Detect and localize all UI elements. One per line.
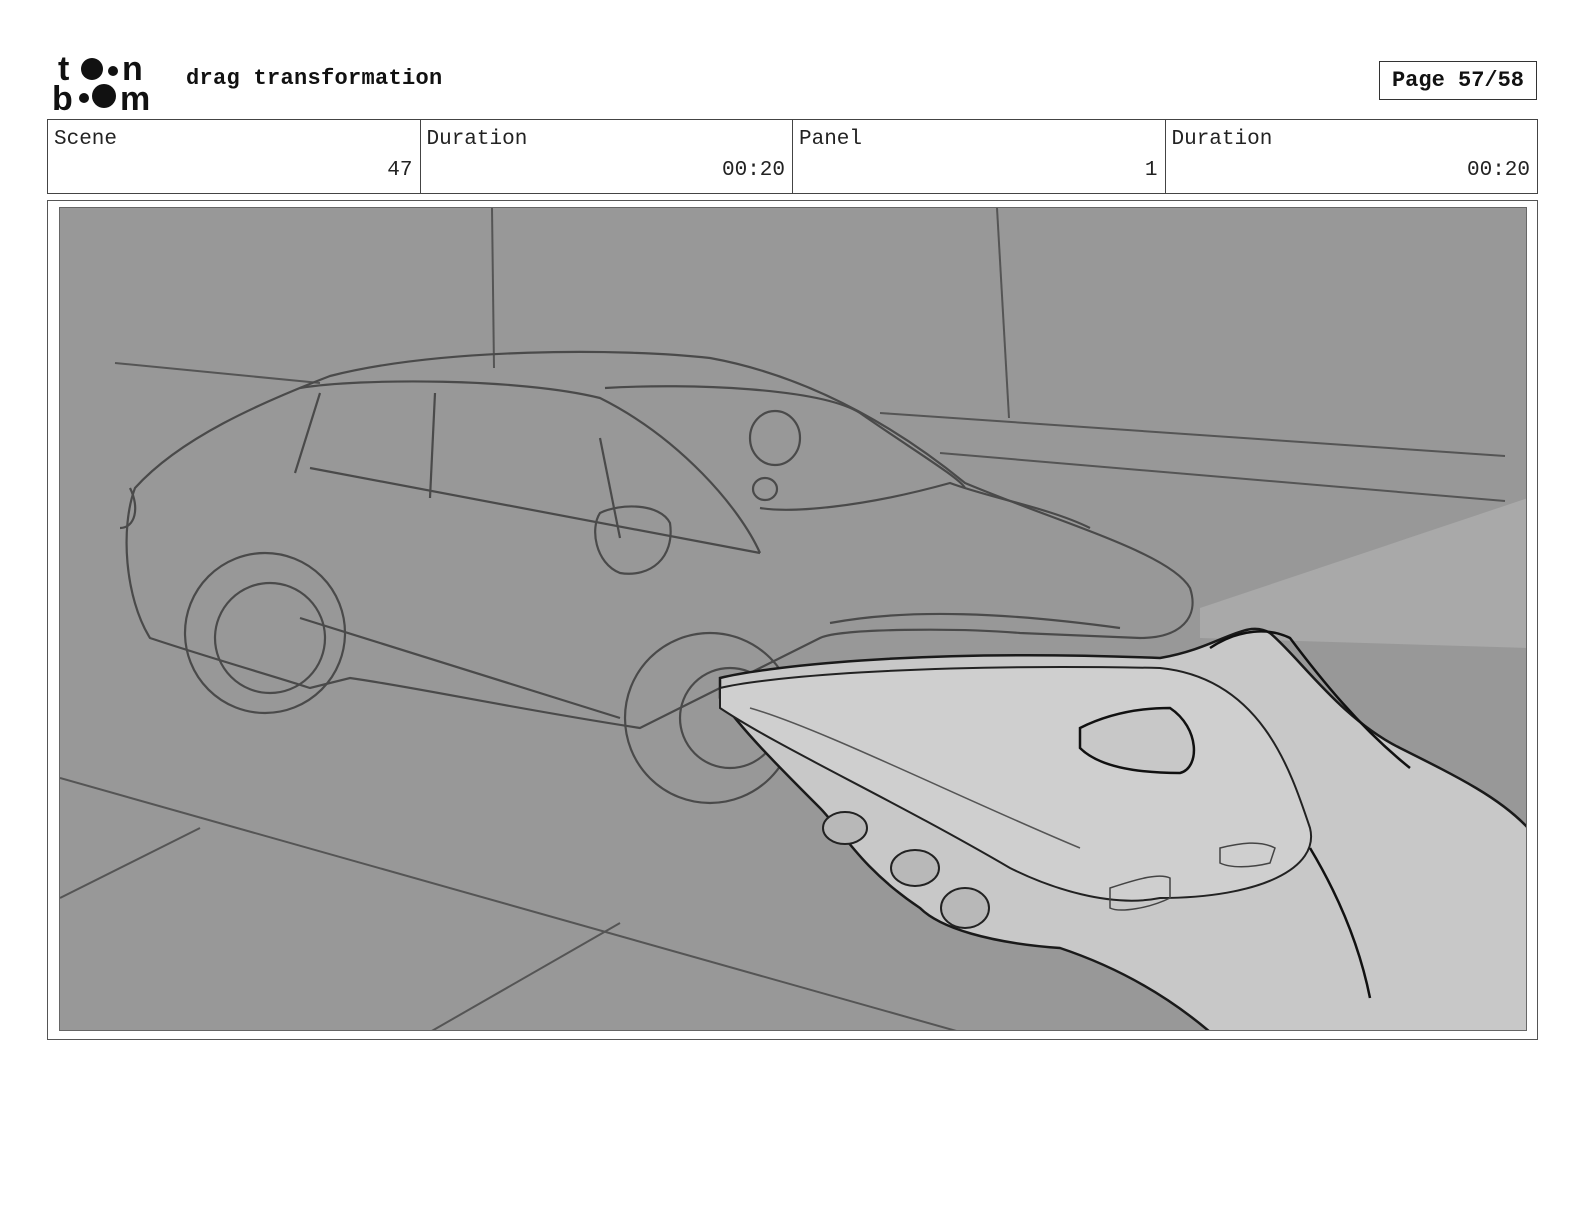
panel-duration-cell: Duration 00:20: [1166, 120, 1538, 193]
panel-duration-label: Duration: [1171, 128, 1273, 151]
panel-duration-value: 00:20: [1466, 159, 1530, 182]
svg-text:m: m: [120, 80, 150, 112]
svg-text:b: b: [52, 80, 73, 112]
scene-duration-label: Duration: [426, 128, 528, 151]
project-title: drag transformation: [186, 66, 443, 91]
scene-value: 47: [387, 159, 413, 182]
panel-cell: Panel 1: [793, 120, 1166, 193]
scene-duration-value: 00:20: [721, 159, 785, 182]
sketch-drawing: [60, 208, 1526, 1030]
page-indicator: Page 57/58: [1379, 61, 1537, 100]
scene-label: Scene: [54, 128, 118, 151]
toon-boom-logo: t n b m: [50, 50, 164, 118]
scene-duration-cell: Duration 00:20: [421, 120, 793, 193]
panel-label: Panel: [799, 128, 863, 151]
scene-info-table: Scene 47 Duration 00:20 Panel 1 Duration…: [47, 119, 1538, 194]
panel-value: 1: [1144, 159, 1158, 182]
scene-cell: Scene 47: [48, 120, 421, 193]
storyboard-panel-image: [59, 207, 1527, 1031]
